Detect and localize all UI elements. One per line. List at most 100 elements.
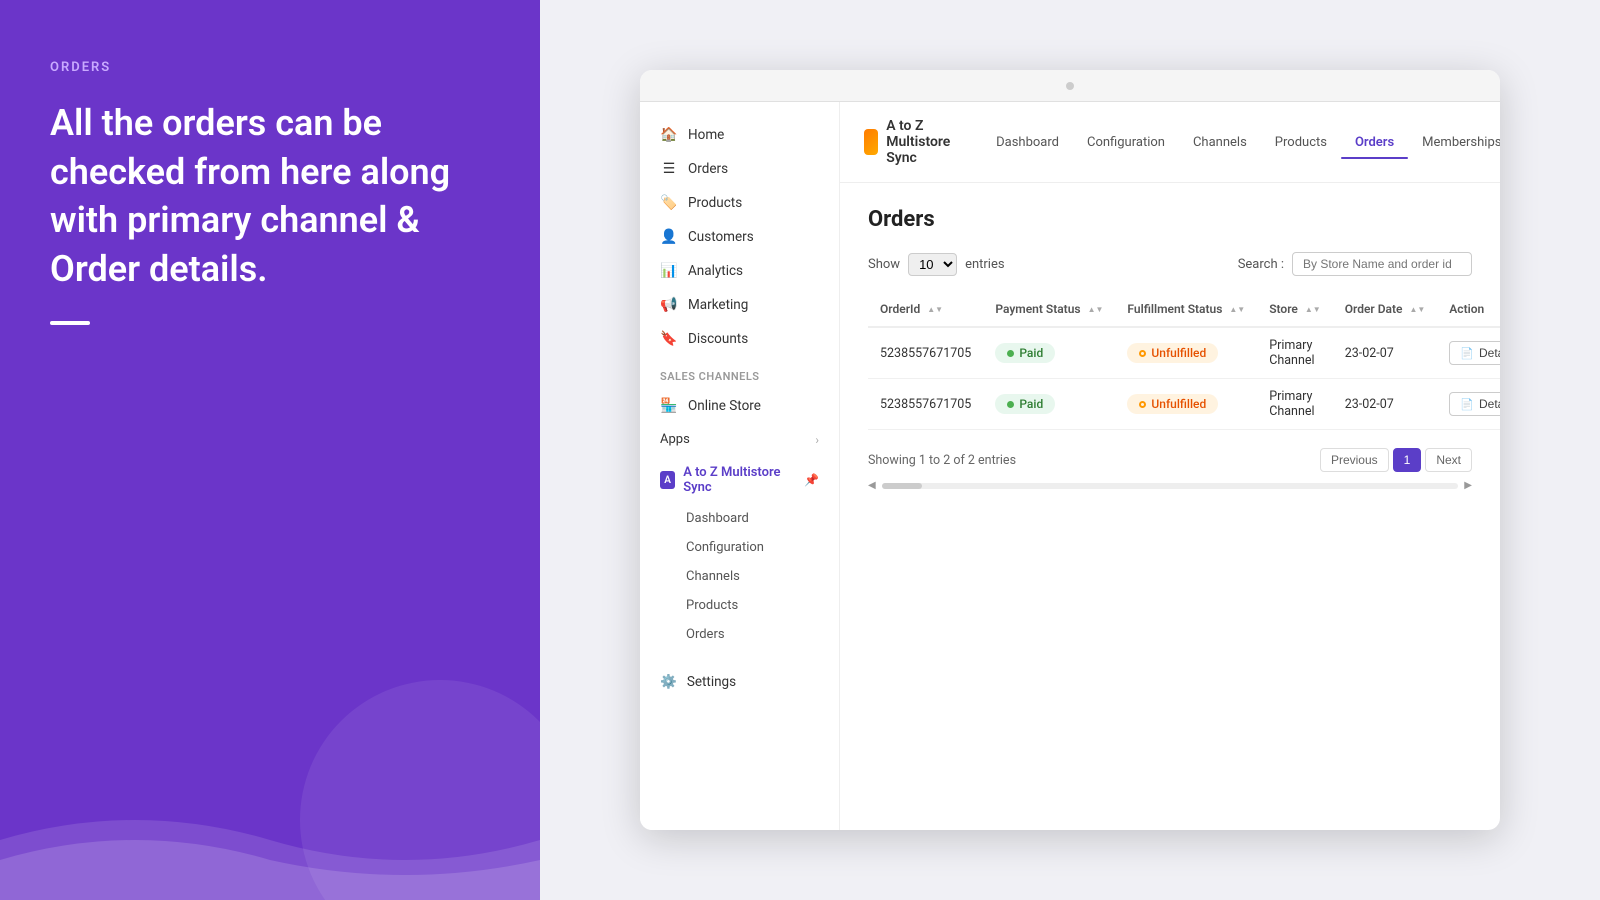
prev-button[interactable]: Previous (1320, 448, 1389, 472)
orders-toolbar: Show 10 25 50 entries Search : (868, 252, 1472, 276)
app-logo-icon (864, 129, 878, 155)
settings-label: Settings (687, 674, 736, 690)
cell-action-1: 📄 Detail (1437, 379, 1500, 430)
sidebar-item-customers[interactable]: 👤 Customers (640, 220, 839, 254)
scroll-right-arrow[interactable]: ▶ (1464, 480, 1472, 491)
sidebar-item-label-home: Home (688, 127, 724, 143)
col-payment-status: Payment Status ▲▼ (983, 292, 1115, 327)
right-panel: 🏠 Home ☰ Orders 🏷️ Products 👤 Customers … (540, 0, 1600, 900)
app-container: 🏠 Home ☰ Orders 🏷️ Products 👤 Customers … (640, 102, 1500, 830)
browser-dot (1066, 82, 1074, 90)
cell-action-0: 📄 Detail (1437, 327, 1500, 379)
sidebar-item-label-discounts: Discounts (688, 331, 748, 347)
col-order-id: OrderId ▲▼ (868, 292, 983, 327)
header-nav-configuration[interactable]: Configuration (1073, 127, 1179, 158)
sidebar-settings[interactable]: ⚙️ Settings (640, 665, 839, 699)
search-input[interactable] (1292, 252, 1472, 276)
scrollbar-track[interactable] (882, 483, 1459, 489)
sort-arrow-date[interactable]: ▲▼ (1409, 305, 1425, 314)
sort-arrow-fulfillment[interactable]: ▲▼ (1229, 305, 1245, 314)
customers-icon: 👤 (660, 229, 678, 245)
sidebar-app-item[interactable]: A A to Z Multistore Sync 📌 (640, 456, 839, 504)
orders-icon: ☰ (660, 161, 678, 177)
sidebar-item-marketing[interactable]: 📢 Marketing (640, 288, 839, 322)
left-panel: ORDERS All the orders can be checked fro… (0, 0, 540, 900)
next-button[interactable]: Next (1425, 448, 1472, 472)
col-action: Action (1437, 292, 1500, 327)
badge-unfulfilled-0: Unfulfilled (1127, 343, 1218, 363)
sidebar-item-label-marketing: Marketing (688, 297, 748, 313)
sidebar-sub-dashboard[interactable]: Dashboard (640, 504, 839, 533)
col-fulfillment-status: Fulfillment Status ▲▼ (1115, 292, 1257, 327)
pagination: Previous 1 Next (1320, 448, 1472, 472)
sidebar-apps-label: Apps (660, 432, 690, 447)
entries-select[interactable]: 10 25 50 (908, 253, 957, 276)
sidebar-item-products[interactable]: 🏷️ Products (640, 186, 839, 220)
orders-title: Orders (868, 207, 1472, 232)
header-nav-products[interactable]: Products (1261, 127, 1341, 158)
sidebar-sub-channels[interactable]: Channels (640, 562, 839, 591)
cell-payment-0: Paid (983, 327, 1115, 379)
section-label: ORDERS (50, 60, 490, 75)
header-nav-memberships[interactable]: Memberships (1408, 127, 1500, 158)
scrollbar-row: ◀ ▶ (868, 480, 1472, 491)
orders-table: OrderId ▲▼ Payment Status ▲▼ Fulfillment… (868, 292, 1500, 430)
show-entries: Show 10 25 50 entries (868, 253, 1005, 276)
header-nav: Dashboard Configuration Channels Product… (982, 127, 1500, 158)
table-footer: Showing 1 to 2 of 2 entries Previous 1 N… (868, 448, 1472, 472)
sidebar-item-label-orders: Orders (688, 161, 728, 177)
sidebar-item-label-customers: Customers (688, 229, 754, 245)
show-label: Show (868, 257, 900, 272)
app-header: A to Z Multistore Sync Dashboard Configu… (840, 102, 1500, 183)
showing-text: Showing 1 to 2 of 2 entries (868, 453, 1016, 468)
sort-arrow-store[interactable]: ▲▼ (1305, 305, 1321, 314)
sidebar-sub-orders[interactable]: Orders (640, 620, 839, 649)
detail-button-1[interactable]: 📄 Detail (1449, 392, 1500, 416)
sidebar-item-online-store[interactable]: 🏪 Online Store (640, 389, 839, 423)
cell-store-1: Primary Channel (1257, 379, 1333, 430)
paid-dot-0 (1007, 350, 1014, 357)
cell-date-1: 23-02-07 (1333, 379, 1438, 430)
sidebar-item-home[interactable]: 🏠 Home (640, 118, 839, 152)
sidebar-item-orders[interactable]: ☰ Orders (640, 152, 839, 186)
unfulfilled-ring-0 (1139, 350, 1146, 357)
sort-arrow-orderid[interactable]: ▲▼ (927, 305, 943, 314)
page-1-button[interactable]: 1 (1393, 448, 1422, 472)
unfulfilled-ring-1 (1139, 401, 1146, 408)
scrollbar-thumb[interactable] (882, 483, 922, 489)
entries-label: entries (965, 257, 1005, 272)
sidebar-sales-channels-label: Sales channels (640, 356, 839, 389)
header-nav-dashboard[interactable]: Dashboard (982, 127, 1073, 158)
doc-icon-1: 📄 (1460, 398, 1474, 411)
sidebar-apps-chevron[interactable]: › (815, 433, 819, 447)
detail-button-0[interactable]: 📄 Detail (1449, 341, 1500, 365)
cell-store-0: Primary Channel (1257, 327, 1333, 379)
app-logo: A to Z Multistore Sync (864, 118, 962, 166)
sort-arrow-payment[interactable]: ▲▼ (1088, 305, 1104, 314)
badge-paid-1: Paid (995, 394, 1055, 414)
divider (50, 321, 90, 325)
header-nav-channels[interactable]: Channels (1179, 127, 1261, 158)
app-icon: A (660, 471, 675, 489)
browser-topbar (640, 70, 1500, 102)
header-nav-orders[interactable]: Orders (1341, 127, 1408, 158)
table-header-row: OrderId ▲▼ Payment Status ▲▼ Fulfillment… (868, 292, 1500, 327)
cell-date-0: 23-02-07 (1333, 327, 1438, 379)
scroll-left-arrow[interactable]: ◀ (868, 480, 876, 491)
sidebar-item-analytics[interactable]: 📊 Analytics (640, 254, 839, 288)
orders-content: Orders Show 10 25 50 entries (840, 183, 1500, 830)
products-icon: 🏷️ (660, 195, 678, 211)
badge-unfulfilled-1: Unfulfilled (1127, 394, 1218, 414)
cell-fulfillment-1: Unfulfilled (1115, 379, 1257, 430)
store-icon: 🏪 (660, 398, 678, 414)
cell-fulfillment-0: Unfulfilled (1115, 327, 1257, 379)
home-icon: 🏠 (660, 127, 678, 143)
sidebar-item-discounts[interactable]: 🔖 Discounts (640, 322, 839, 356)
search-area: Search : (1238, 252, 1472, 276)
sidebar-sub-configuration[interactable]: Configuration (640, 533, 839, 562)
cell-order-id-1: 5238557671705 (868, 379, 983, 430)
table-row: 5238557671705 Paid Unfulfilled Primary C… (868, 327, 1500, 379)
app-logo-text: A to Z Multistore Sync (886, 118, 962, 166)
sidebar-sub-products[interactable]: Products (640, 591, 839, 620)
headline: All the orders can be checked from here … (50, 99, 490, 293)
